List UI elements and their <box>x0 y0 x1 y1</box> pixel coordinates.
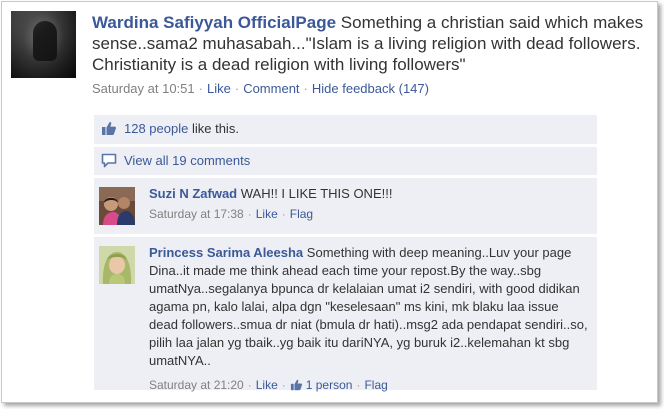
view-all-comments[interactable]: View all 19 comments <box>94 147 597 175</box>
separator-dot: · <box>356 378 361 392</box>
comment-like-link[interactable]: Like <box>256 378 278 392</box>
comment-body: Suzi N Zafwad WAH!! I LIKE THIS ONE!!! S… <box>149 185 589 223</box>
comment-like-link[interactable]: Like <box>256 207 278 221</box>
view-all-comments-link[interactable]: View all 19 comments <box>124 153 250 168</box>
page-avatar[interactable] <box>11 11 76 78</box>
separator-dot: · <box>281 378 286 392</box>
separator-dot: · <box>247 378 252 392</box>
likes-summary: 128 people like this. <box>94 115 597 144</box>
post-timestamp[interactable]: Saturday at 10:51 <box>92 81 195 96</box>
comment-item: Princess Sarima Aleesha Something with d… <box>94 237 597 392</box>
comment-meta: Saturday at 21:20 · Like · 1 person · Flag <box>149 376 589 396</box>
post-comment-link[interactable]: Comment <box>243 81 299 96</box>
post-like-link[interactable]: Like <box>207 81 231 96</box>
post-meta: Saturday at 10:51 · Like · Comment · Hide feed… <box>92 81 429 96</box>
commenter-name-link[interactable]: Princess Sarima Aleesha <box>149 245 303 260</box>
post-author-link[interactable]: Wardina Safiyyah OfficialPage <box>92 13 336 32</box>
comment-text: Something with deep meaning..Luv your pa… <box>149 245 588 368</box>
thumbs-up-icon <box>290 378 303 396</box>
likes-suffix: like this. <box>191 121 239 136</box>
speech-bubble-icon <box>101 153 117 171</box>
hide-feedback-link[interactable]: Hide feedback (147) <box>312 81 429 96</box>
commenter-avatar[interactable] <box>99 187 135 225</box>
separator-dot: · <box>303 81 308 96</box>
comment-meta: Saturday at 17:38 · Like · Flag <box>149 205 589 223</box>
thumbs-up-icon <box>101 121 117 139</box>
comment-body: Princess Sarima Aleesha Something with d… <box>149 244 589 396</box>
separator-dot: · <box>281 207 286 221</box>
comment-text: WAH!! I LIKE THIS ONE!!! <box>240 186 393 201</box>
likes-text: 128 people like this. <box>124 121 239 136</box>
comment-flag-link[interactable]: Flag <box>364 378 387 392</box>
comment-timestamp[interactable]: Saturday at 17:38 <box>149 207 244 221</box>
comment-item: Suzi N Zafwad WAH!! I LIKE THIS ONE!!! S… <box>94 178 597 234</box>
separator-dot: · <box>198 81 203 96</box>
comment-likes-count-link[interactable]: 1 person <box>306 378 353 392</box>
avatar-shade <box>11 11 76 78</box>
commenter-name-link[interactable]: Suzi N Zafwad <box>149 186 237 201</box>
screenshot-frame: Wardina Safiyyah OfficialPage Something … <box>1 1 658 403</box>
separator-dot: · <box>247 207 252 221</box>
comment-flag-link[interactable]: Flag <box>290 207 313 221</box>
comment-timestamp[interactable]: Saturday at 21:20 <box>149 378 244 392</box>
commenter-avatar[interactable] <box>99 246 135 284</box>
likes-count-link[interactable]: 128 people <box>124 121 188 136</box>
separator-dot: · <box>234 81 240 96</box>
post-content: Wardina Safiyyah OfficialPage Something … <box>92 12 647 75</box>
